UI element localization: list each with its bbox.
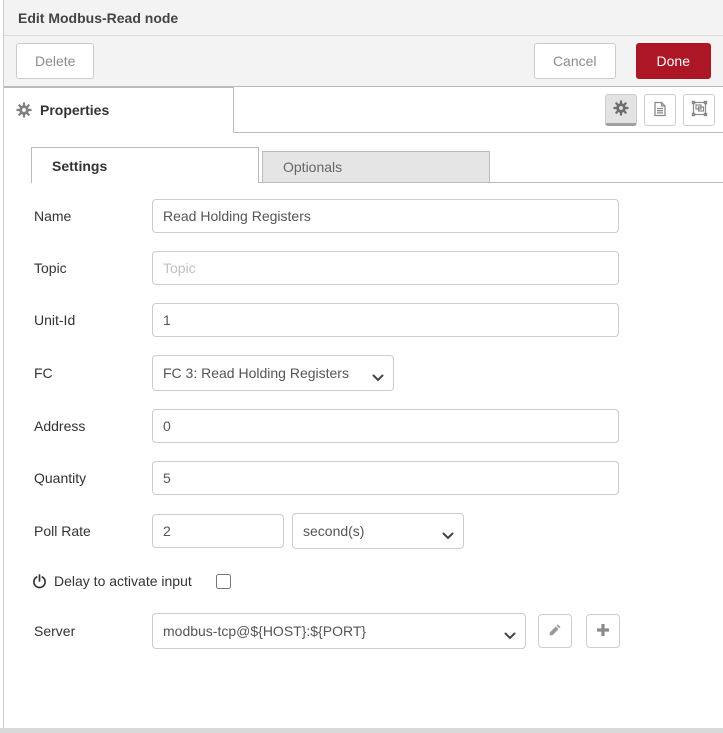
name-input[interactable] bbox=[152, 199, 619, 233]
quantity-label: Quantity bbox=[34, 470, 87, 486]
settings-tab-bar: Settings Optionals bbox=[31, 144, 723, 183]
fc-label: FC bbox=[34, 365, 53, 381]
topic-label: Topic bbox=[34, 260, 67, 276]
unit-id-row: Unit-Id bbox=[34, 303, 723, 337]
topic-input[interactable] bbox=[152, 251, 619, 285]
dialog-title: Edit Modbus-Read node bbox=[4, 0, 723, 36]
object-group-icon bbox=[691, 100, 708, 120]
poll-rate-row: Poll Rate second(s) bbox=[34, 513, 723, 549]
poll-rate-input[interactable] bbox=[152, 514, 284, 548]
power-icon bbox=[32, 573, 47, 589]
editor-tab-bar: Properties bbox=[4, 87, 723, 133]
appearance-button[interactable] bbox=[683, 94, 715, 126]
action-button-row: Delete Cancel Done bbox=[4, 36, 723, 87]
cancel-button[interactable]: Cancel bbox=[533, 43, 616, 79]
file-text-icon bbox=[652, 101, 668, 120]
tab-properties-label: Properties bbox=[40, 102, 110, 118]
quantity-input[interactable] bbox=[152, 461, 619, 495]
settings-form: Name Topic Unit-Id FC FC 3: Read Holding… bbox=[4, 199, 723, 649]
gear-icon bbox=[613, 99, 629, 119]
properties-panel: Settings Optionals Name Topic Unit-Id FC bbox=[4, 133, 723, 649]
edit-node-dialog: Edit Modbus-Read node Delete Cancel Done bbox=[0, 0, 723, 733]
topic-row: Topic bbox=[34, 251, 723, 285]
name-label: Name bbox=[34, 208, 72, 224]
pencil-icon bbox=[548, 623, 562, 640]
node-settings-button[interactable] bbox=[605, 94, 637, 126]
tab-settings[interactable]: Settings bbox=[31, 147, 259, 183]
address-row: Address bbox=[34, 409, 723, 443]
unit-id-input[interactable] bbox=[152, 303, 619, 337]
server-select[interactable]: modbus-tcp@${HOST}:${PORT} bbox=[152, 613, 526, 649]
gear-icon bbox=[16, 102, 32, 118]
fc-select[interactable]: FC 3: Read Holding Registers bbox=[152, 355, 394, 391]
server-row: Server modbus-tcp@${HOST}:${PORT} bbox=[34, 613, 723, 649]
delay-label: Delay to activate input bbox=[54, 573, 192, 589]
add-server-button[interactable] bbox=[586, 614, 620, 648]
edit-server-button[interactable] bbox=[538, 614, 572, 648]
plus-icon bbox=[596, 623, 610, 640]
fc-row: FC FC 3: Read Holding Registers bbox=[34, 355, 723, 391]
poll-rate-label: Poll Rate bbox=[34, 523, 91, 539]
delay-checkbox[interactable] bbox=[215, 573, 231, 589]
address-label: Address bbox=[34, 418, 86, 434]
tab-properties[interactable]: Properties bbox=[4, 87, 234, 133]
tab-optionals[interactable]: Optionals bbox=[262, 151, 490, 182]
editor-tab-buttons bbox=[605, 94, 715, 126]
server-label: Server bbox=[34, 623, 76, 639]
quantity-row: Quantity bbox=[34, 461, 723, 495]
delay-row: Delay to activate input bbox=[32, 573, 723, 589]
poll-rate-unit-select[interactable]: second(s) bbox=[292, 513, 464, 549]
name-row: Name bbox=[34, 199, 723, 233]
delete-button[interactable]: Delete bbox=[16, 43, 95, 79]
unit-id-label: Unit-Id bbox=[34, 312, 76, 328]
done-button[interactable]: Done bbox=[635, 43, 711, 79]
resize-bar[interactable] bbox=[0, 728, 723, 733]
address-input[interactable] bbox=[152, 409, 619, 443]
description-button[interactable] bbox=[644, 94, 676, 126]
